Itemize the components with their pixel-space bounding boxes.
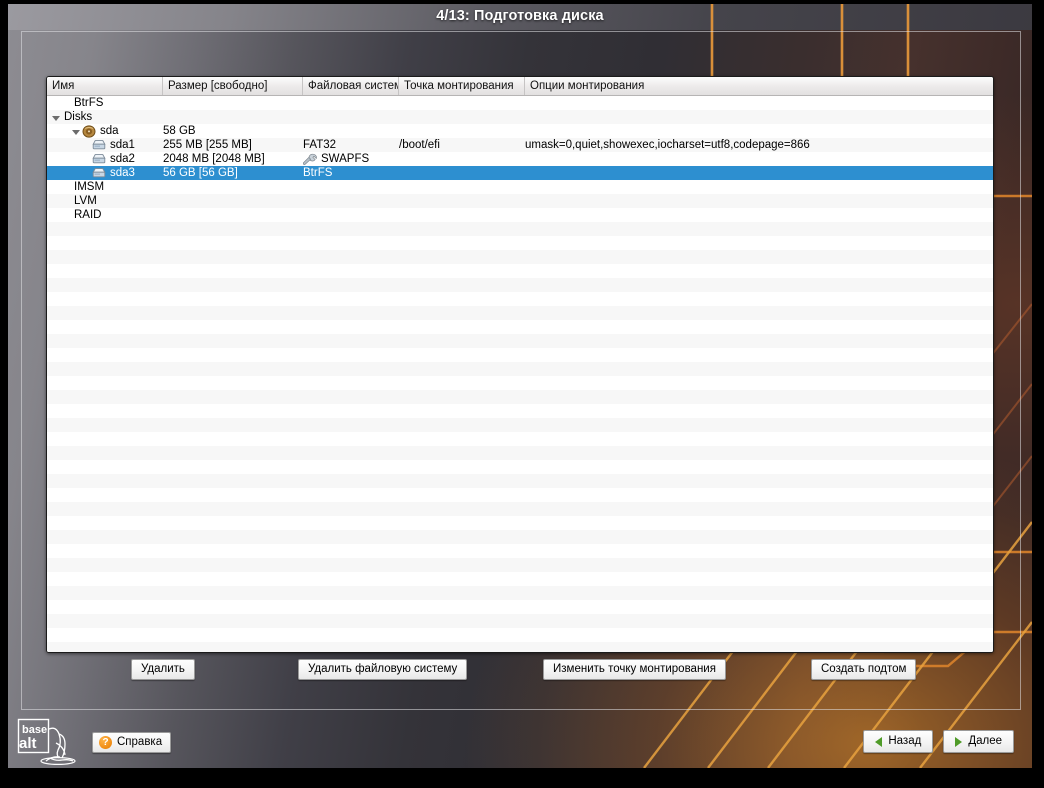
help-button-label: Справка bbox=[117, 736, 162, 749]
navigation-buttons: Назад Далее bbox=[863, 730, 1014, 753]
tree-row-label: sda1 bbox=[110, 138, 135, 152]
tree-row-label: BtrFS bbox=[74, 96, 103, 110]
question-mark-icon: ? bbox=[99, 736, 112, 749]
partition-icon bbox=[92, 139, 108, 152]
tree-row[interactable]: BtrFS bbox=[47, 96, 993, 110]
tree-rows[interactable]: BtrFSDiskssda58 GBsda1255 MB [255 MB]FAT… bbox=[47, 96, 993, 222]
action-button-bar: Удалить Удалить файловую систему Изменит… bbox=[46, 659, 994, 683]
tree-row-filesystem-text: BtrFS bbox=[303, 166, 332, 180]
back-button-label: Назад bbox=[888, 735, 921, 748]
tree-row-name-cell: IMSM bbox=[47, 180, 104, 194]
tree-row-filesystem: BtrFS bbox=[303, 166, 332, 180]
tree-row-name-cell: sda3 bbox=[47, 166, 135, 180]
tree-row[interactable]: LVM bbox=[47, 194, 993, 208]
tree-row-name-cell: LVM bbox=[47, 194, 97, 208]
create-subvolume-button[interactable]: Создать подтом bbox=[811, 659, 916, 680]
hard-disk-icon bbox=[82, 125, 98, 138]
tree-row-label: sda bbox=[100, 124, 119, 138]
tree-row-size: 255 MB [255 MB] bbox=[163, 138, 252, 152]
tree-row[interactable]: sda2 2048 MB [2048 MB] SWAPFS bbox=[47, 152, 993, 166]
expander-spacer bbox=[61, 98, 72, 109]
next-button-label: Далее bbox=[968, 735, 1002, 748]
chevron-left-icon bbox=[875, 737, 882, 747]
expander-open-icon[interactable] bbox=[51, 112, 62, 123]
tree-row-size-text: 58 GB bbox=[163, 125, 196, 137]
tree-row-mountoptions-text: umask=0,quiet,showexec,iocharset=utf8,co… bbox=[525, 139, 810, 151]
tree-column-header[interactable]: Опции монтирования bbox=[525, 77, 993, 95]
partition-tree-panel[interactable]: ИмяРазмер [свободно]Файловая системаТочк… bbox=[46, 76, 994, 653]
expander-spacer bbox=[81, 154, 92, 165]
installer-window: 4/13: Подготовка диска ИмяРазмер [свобод… bbox=[8, 4, 1032, 768]
tree-row[interactable]: sda 58 GB bbox=[47, 124, 993, 138]
back-button[interactable]: Назад bbox=[863, 730, 933, 753]
expander-spacer bbox=[81, 140, 92, 151]
tree-column-header[interactable]: Размер [свободно] bbox=[163, 77, 303, 95]
tree-row-filesystem: FAT32 bbox=[303, 138, 336, 152]
tree-column-headers: ИмяРазмер [свободно]Файловая системаТочк… bbox=[47, 77, 993, 96]
wrench-icon bbox=[303, 153, 319, 166]
tree-row-mountpoint-text: /boot/efi bbox=[399, 139, 440, 151]
tree-row-size-text: 2048 MB [2048 MB] bbox=[163, 153, 265, 165]
expander-spacer bbox=[81, 168, 92, 179]
tree-row[interactable]: sda3 56 GB [56 GB] BtrFS bbox=[47, 166, 993, 180]
tree-row-size: 2048 MB [2048 MB] bbox=[163, 152, 265, 166]
screen: 4/13: Подготовка диска ИмяРазмер [свобод… bbox=[0, 0, 1044, 788]
tree-row-name-cell: Disks bbox=[47, 110, 92, 124]
tree-row-filesystem-text: FAT32 bbox=[303, 138, 336, 152]
tree-row-name-cell: sda2 bbox=[47, 152, 135, 166]
expander-spacer bbox=[61, 182, 72, 193]
expander-spacer bbox=[61, 210, 72, 221]
tree-row-size: 56 GB [56 GB] bbox=[163, 166, 238, 180]
tree-column-header[interactable]: Файловая система bbox=[303, 77, 399, 95]
tree-row-mountoptions: umask=0,quiet,showexec,iocharset=utf8,co… bbox=[525, 138, 810, 152]
tree-row[interactable]: sda1 255 MB [255 MB] FAT32/boot/efi umask=0… bbox=[47, 138, 993, 152]
tree-row-name-cell: sda1 bbox=[47, 138, 135, 152]
svg-text:alt: alt bbox=[19, 735, 37, 752]
change-mount-point-button[interactable]: Изменить точку монтирования bbox=[543, 659, 726, 680]
tree-row-label: IMSM bbox=[74, 180, 104, 194]
tree-row-filesystem: SWAPFS bbox=[303, 152, 369, 166]
tree-row-label: LVM bbox=[74, 194, 97, 208]
chevron-right-icon bbox=[955, 737, 962, 747]
basealt-logo: base alt bbox=[16, 717, 88, 765]
help-button[interactable]: ? Справка bbox=[92, 732, 171, 753]
tree-row-size: 58 GB bbox=[163, 124, 196, 138]
tree-column-header[interactable]: Имя bbox=[47, 77, 163, 95]
tree-column-header[interactable]: Точка монтирования bbox=[399, 77, 525, 95]
partition-icon bbox=[92, 153, 108, 166]
tree-row-label: Disks bbox=[64, 110, 92, 124]
page-title: 4/13: Подготовка диска bbox=[8, 8, 1032, 24]
tree-row-label: sda3 bbox=[110, 166, 135, 180]
delete-button[interactable]: Удалить bbox=[131, 659, 195, 680]
delete-filesystem-button[interactable]: Удалить файловую систему bbox=[298, 659, 467, 680]
expander-spacer bbox=[61, 196, 72, 207]
expander-open-icon[interactable] bbox=[71, 126, 82, 137]
tree-row-filesystem-text: SWAPFS bbox=[321, 152, 369, 166]
tree-row-name-cell: RAID bbox=[47, 208, 101, 222]
tree-row-size-text: 56 GB [56 GB] bbox=[163, 167, 238, 179]
tree-row-name-cell: BtrFS bbox=[47, 96, 103, 110]
tree-row-size-text: 255 MB [255 MB] bbox=[163, 139, 252, 151]
tree-row-label: RAID bbox=[74, 208, 101, 222]
footer: base alt ? Справка Назад bbox=[8, 710, 1032, 768]
tree-row[interactable]: RAID bbox=[47, 208, 993, 222]
tree-body[interactable]: BtrFSDiskssda58 GBsda1255 MB [255 MB]FAT… bbox=[47, 96, 993, 652]
tree-row[interactable]: Disks bbox=[47, 110, 993, 124]
tree-row-label: sda2 bbox=[110, 152, 135, 166]
partition-icon bbox=[92, 167, 108, 180]
next-button[interactable]: Далее bbox=[943, 730, 1014, 753]
tree-row-name-cell: sda bbox=[47, 124, 119, 138]
tree-row[interactable]: IMSM bbox=[47, 180, 993, 194]
tree-row-mountpoint: /boot/efi bbox=[399, 138, 440, 152]
